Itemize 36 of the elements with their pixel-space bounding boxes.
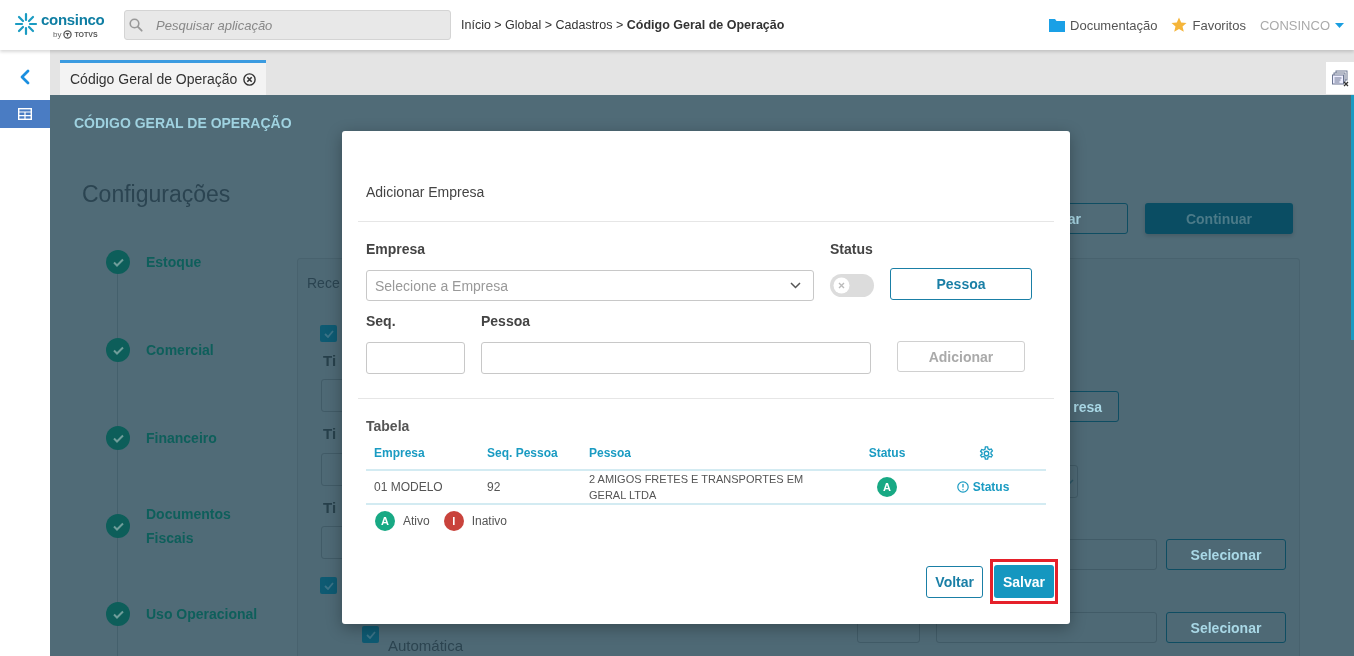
dialog-title: Adicionar Empresa (365, 183, 486, 202)
status-badge: A (375, 511, 395, 531)
legend-label: Ativo (403, 514, 430, 528)
breadcrumb: Início > Global > Cadastros > Código Geral de Operação (461, 18, 785, 32)
button[interactable]: Selecionar (1166, 612, 1286, 643)
documentation-link[interactable]: Documentação (1049, 17, 1158, 33)
column-header[interactable]: Empresa (366, 437, 479, 471)
company-select[interactable]: Selecione a Empresa (366, 270, 814, 301)
back-button[interactable]: Voltar (926, 565, 983, 598)
field-label: Status (830, 241, 874, 258)
button[interactable]: Selecionar (1166, 539, 1286, 570)
add-button: Adicionar (897, 341, 1025, 372)
save-button[interactable]: Salvar (994, 565, 1054, 598)
status-badge: A (877, 477, 897, 497)
table-cell-text: 2 AMIGOS FRETES E TRANSPORTES EM GERAL LTDA (589, 472, 805, 503)
field-label: Pessoa (481, 313, 532, 330)
table-cell: 92 (479, 471, 581, 505)
user-menu[interactable]: CONSINCO (1259, 17, 1344, 33)
favorites-link[interactable]: Favoritos (1171, 17, 1246, 33)
page-title: CÓDIGO GERAL DE OPERAÇÃO (74, 115, 292, 131)
search-field[interactable]: Pesquisar aplicação (124, 10, 451, 40)
status-link[interactable]: Status (956, 480, 1010, 494)
table-title: Tabela (365, 417, 411, 435)
by-label: by (53, 29, 62, 39)
column-header[interactable]: Pessoa (581, 437, 848, 471)
person-button[interactable]: Pessoa (890, 268, 1032, 300)
field-label: Seq. (366, 313, 397, 330)
tab[interactable]: Código Geral de Operação (60, 60, 267, 95)
column-header[interactable]: Status (848, 437, 926, 471)
field-label: Empresa (366, 241, 427, 258)
column-header[interactable]: Seq. Pessoa (479, 437, 581, 471)
legend-label: Inativo (471, 514, 508, 528)
status-badge: I (443, 511, 464, 531)
table-cell: 01 MODELO (366, 471, 479, 505)
continue-button[interactable]: Continuar (1145, 203, 1293, 234)
logo-name: consinco (41, 11, 105, 28)
